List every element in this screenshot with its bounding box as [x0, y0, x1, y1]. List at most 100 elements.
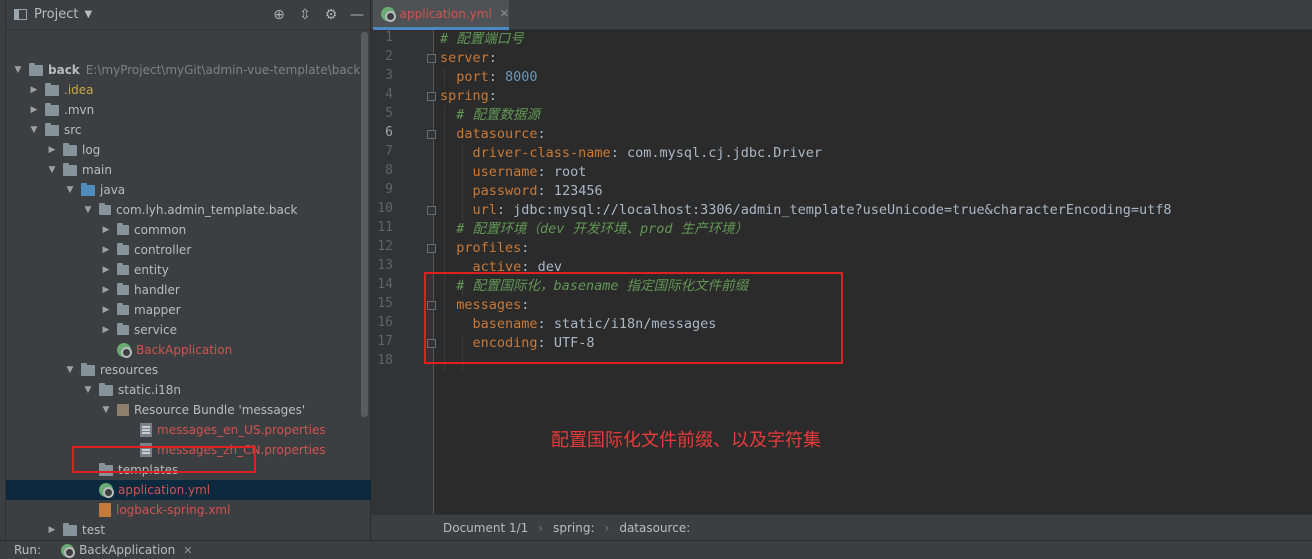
yaml-separator: : [488, 88, 497, 104]
collapse-arrow-icon[interactable]: ▶ [46, 525, 58, 535]
code-line-16: basename: static/i18n/messages [440, 315, 717, 334]
tree-item-entity[interactable]: ▶ entity [6, 260, 371, 280]
tree-item-static-i18n[interactable]: ▼ static.i18n [6, 380, 371, 400]
tree-item-label: resources [100, 363, 159, 377]
yaml-key: profiles [456, 240, 522, 256]
tree-item-idea[interactable]: ▶ .idea [6, 80, 371, 100]
yaml-separator: : [537, 335, 554, 351]
gear-icon[interactable]: ⚙ [318, 7, 344, 23]
tree-item-resource-bundle[interactable]: ▼ Resource Bundle 'messages' [6, 400, 371, 420]
yaml-separator: : [537, 126, 546, 142]
expand-arrow-icon[interactable]: ▼ [46, 165, 58, 175]
collapse-all-icon[interactable]: ⇳ [292, 7, 318, 23]
breadcrumb-item-spring[interactable]: spring: [553, 521, 594, 535]
line-number: 5 [385, 106, 393, 121]
fold-marker-icon[interactable] [427, 244, 436, 253]
line-number: 10 [377, 201, 393, 216]
fold-marker-icon[interactable] [427, 206, 436, 215]
chevron-down-icon[interactable]: ▼ [84, 9, 92, 20]
line-number: 15 [377, 296, 393, 311]
tree-item-log[interactable]: ▶ log [6, 140, 371, 160]
tree-item-java[interactable]: ▼ java [6, 180, 371, 200]
editor-gutter: 1 2 3 4 5 6 7 8 9 10 11 12 13 14 15 16 1… [371, 30, 436, 514]
line-number: 17 [377, 334, 393, 349]
tree-item-src[interactable]: ▼ src [6, 120, 371, 140]
tree-item-resources[interactable]: ▼ resources [6, 360, 371, 380]
line-number: 3 [385, 68, 393, 83]
breadcrumb-item-datasource[interactable]: datasource: [619, 521, 690, 535]
close-icon[interactable]: ✕ [500, 7, 509, 20]
tree-item-main[interactable]: ▼ main [6, 160, 371, 180]
yaml-comment: # 配置环境（dev 开发环境、prod 生产环境） [456, 221, 749, 237]
tree-item-mapper[interactable]: ▶ mapper [6, 300, 371, 320]
tree-item-handler[interactable]: ▶ handler [6, 280, 371, 300]
tree-item-backapplication[interactable]: BackApplication [6, 340, 371, 360]
expand-arrow-icon[interactable]: ▼ [64, 185, 76, 195]
expand-arrow-icon[interactable]: ▼ [28, 125, 40, 135]
tree-item-test[interactable]: ▶ test [6, 520, 371, 540]
collapse-arrow-icon[interactable]: ▶ [100, 245, 112, 255]
yaml-value: 123456 [553, 183, 603, 199]
folder-icon [63, 522, 77, 536]
tree-item-messages-zh-cn[interactable]: messages_zh_CN.properties [6, 440, 371, 460]
tab-application-yml[interactable]: application.yml ✕ [373, 0, 509, 30]
tree-item-label: logback-spring.xml [116, 503, 231, 517]
fold-marker-icon[interactable] [427, 301, 436, 310]
expand-arrow-icon[interactable]: ▼ [12, 65, 24, 75]
collapse-arrow-icon[interactable]: ▶ [100, 225, 112, 235]
fold-marker-icon[interactable] [427, 54, 436, 63]
tree-item-service[interactable]: ▶ service [6, 320, 371, 340]
expand-arrow-icon[interactable]: ▼ [100, 405, 112, 415]
code-line-15: messages: [440, 296, 529, 315]
collapse-arrow-icon[interactable]: ▶ [100, 285, 112, 295]
collapse-arrow-icon[interactable]: ▶ [100, 265, 112, 275]
tree-item-controller[interactable]: ▶ controller [6, 240, 371, 260]
folder-icon [63, 162, 77, 176]
collapse-arrow-icon[interactable]: ▶ [100, 305, 112, 315]
collapse-arrow-icon[interactable]: ▶ [46, 145, 58, 155]
tree-item-label: static.i18n [118, 383, 181, 397]
line-number: 16 [377, 315, 393, 330]
project-panel-title[interactable]: Project [34, 7, 78, 22]
tree-item-label: application.yml [118, 483, 211, 497]
tree-item-messages-en-us[interactable]: messages_en_US.properties [6, 420, 371, 440]
code-line-11: # 配置环境（dev 开发环境、prod 生产环境） [440, 220, 748, 239]
collapse-arrow-icon[interactable]: ▶ [100, 325, 112, 335]
expand-arrow-icon[interactable]: ▼ [64, 365, 76, 375]
spring-boot-run-icon [61, 543, 76, 558]
fold-marker-icon[interactable] [427, 92, 436, 101]
collapse-arrow-icon[interactable]: ▶ [28, 105, 40, 115]
breadcrumb: Document 1/1 › spring: › datasource: [371, 514, 1312, 540]
run-config-tab[interactable]: BackApplication [79, 543, 175, 557]
tree-item-logback-spring[interactable]: logback-spring.xml [6, 500, 371, 520]
breadcrumb-document[interactable]: Document 1/1 [443, 521, 528, 535]
vertical-scrollbar[interactable] [361, 32, 368, 417]
tree-item-templates[interactable]: templates [6, 460, 371, 480]
collapse-arrow-icon[interactable]: ▶ [28, 85, 40, 95]
fold-marker-icon[interactable] [427, 339, 436, 348]
tree-item-back[interactable]: ▼ back E:\myProject\myGit\admin-vue-temp… [6, 60, 371, 80]
line-number: 9 [385, 182, 393, 197]
hide-icon[interactable]: — [344, 7, 370, 23]
project-icon [14, 9, 27, 20]
breadcrumb-separator-icon: › [538, 520, 544, 535]
yaml-value: UTF-8 [553, 335, 595, 351]
tree-item-label: src [64, 123, 82, 137]
yaml-key: datasource [456, 126, 538, 142]
expand-arrow-icon[interactable]: ▼ [82, 385, 94, 395]
line-number: 6 [385, 125, 393, 140]
line-number: 8 [385, 163, 393, 178]
line-number: 7 [385, 144, 393, 159]
tree-item-common[interactable]: ▶ common [6, 220, 371, 240]
tree-item-application-yml[interactable]: application.yml [6, 480, 371, 500]
yaml-key: basename [472, 316, 538, 332]
properties-file-icon [140, 423, 152, 437]
locate-icon[interactable]: ⊕ [266, 7, 292, 23]
tree-item-package[interactable]: ▼ com.lyh.admin_template.back [6, 200, 371, 220]
fold-marker-icon[interactable] [427, 130, 436, 139]
expand-arrow-icon[interactable]: ▼ [82, 205, 94, 215]
tree-item-mvn[interactable]: ▶ .mvn [6, 100, 371, 120]
package-icon [117, 283, 129, 295]
source-folder-icon [81, 182, 95, 196]
close-icon[interactable]: ✕ [183, 544, 192, 557]
